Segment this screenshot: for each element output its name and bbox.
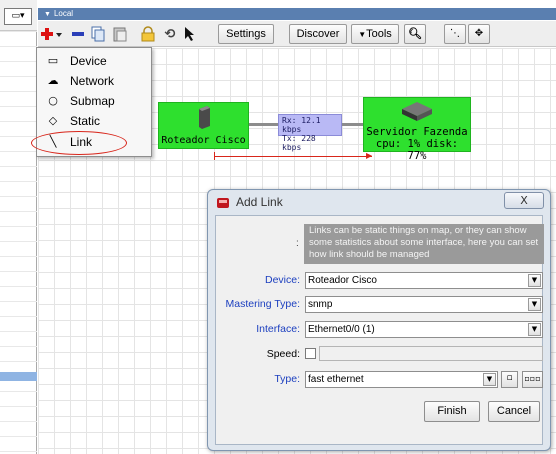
copy-icon-svg — [91, 26, 105, 42]
menu-item-submap[interactable]: ○ Submap — [37, 91, 151, 111]
binoculars-icon[interactable]: 🔍︎ — [404, 24, 426, 44]
chevron-down-icon[interactable]: ▼ — [528, 298, 541, 311]
link-tx: Tx: 228 kbps — [282, 134, 316, 152]
server-device-icon — [402, 102, 432, 121]
menu-item-device[interactable]: ▭ Device — [37, 51, 151, 71]
menu-item-network[interactable]: ☁︎ Network — [37, 71, 151, 91]
type-label: Type: — [274, 373, 300, 385]
menu-item-label: Static — [70, 114, 101, 128]
link-traffic-label[interactable]: Rx: 12.1 kbps Tx: 228 kbps — [278, 114, 342, 152]
menu-item-link[interactable]: ╲ Link — [37, 132, 151, 152]
add-link-dialog: Add Link X : Links can be static things … — [207, 189, 551, 451]
menu-item-label: Network — [70, 74, 115, 88]
link-rx: Rx: 12.1 kbps — [282, 116, 321, 134]
dialog-body: : Links can be static things on map, or … — [215, 215, 544, 445]
type-select[interactable]: fast ethernet ▼ — [305, 371, 498, 388]
dialog-app-icon — [217, 198, 229, 208]
line-icon: ╲ — [49, 135, 57, 148]
circle-icon: ○ — [48, 94, 58, 107]
menu-item-static[interactable]: ◇ Static — [37, 111, 151, 131]
settings-button[interactable]: Settings — [218, 24, 274, 44]
pointer-icon[interactable] — [180, 25, 200, 43]
map-device-roteador[interactable]: Roteador Cisco — [158, 102, 249, 149]
map-device-servidor[interactable]: Servidor Fazenda cpu: 1% disk: 77% — [363, 97, 471, 162]
plus-icon[interactable] — [38, 25, 64, 43]
collapse-arrow-icon[interactable]: ▼ — [44, 11, 51, 18]
rotate-icon[interactable]: ⟲ — [160, 25, 180, 43]
discover-button[interactable]: Discover — [289, 24, 347, 44]
chevron-down-icon: ▼ — [358, 30, 367, 39]
device-stats: cpu: 1% disk: 77% — [375, 138, 459, 162]
lock-icon[interactable] — [138, 25, 158, 43]
chevron-down-icon[interactable]: ▼ — [528, 274, 541, 287]
minus-icon-svg — [72, 32, 84, 36]
lock-icon-svg — [141, 26, 155, 42]
arrow-right-icon: ▶ — [366, 151, 373, 160]
left-panel-selected-row[interactable] — [0, 372, 37, 381]
speed-input — [319, 346, 543, 361]
add-menu: ▭ Device ☁︎ Network ○ Submap ◇ Static ╲ Link — [36, 47, 152, 157]
type-small-button[interactable]: ▫ — [501, 371, 518, 388]
menu-item-label: Device — [70, 54, 107, 68]
menu-item-label: Link — [70, 135, 93, 149]
minus-icon[interactable] — [68, 25, 88, 43]
group-header[interactable]: ▼ Local — [38, 8, 556, 20]
device-value: Roteador Cisco — [308, 275, 377, 286]
left-panel-toolbar: ▭▾ — [0, 0, 37, 31]
speed-label: Speed: — [266, 348, 300, 360]
paste-icon[interactable] — [110, 25, 130, 43]
chevron-down-icon[interactable]: ▼ — [483, 373, 496, 386]
left-panel: ▭▾ — [0, 0, 37, 454]
menu-item-label: Submap — [70, 94, 115, 108]
type-value: fast ethernet — [308, 374, 364, 385]
info-text: Links can be static things on map, or th… — [304, 224, 544, 264]
interface-select[interactable]: Ethernet0/0 (1) ▼ — [305, 321, 543, 338]
tools-button[interactable]: ▼Tools — [351, 24, 399, 44]
finish-button[interactable]: Finish — [424, 401, 480, 422]
rectangle-icon: ▭ — [47, 54, 59, 67]
plus-icon-svg — [41, 28, 62, 40]
toolbar: ⟲ Settings Discover ▼Tools 🔍︎ ⋱ ✥ — [38, 21, 556, 47]
diamond-icon: ◇ — [48, 114, 58, 127]
mastering-type-value: snmp — [308, 299, 333, 310]
window-dropdown-icon[interactable]: ▭▾ — [4, 8, 32, 25]
chevron-down-icon[interactable]: ▼ — [528, 323, 541, 336]
cloud-icon: ☁︎ — [47, 74, 59, 87]
close-button[interactable]: X — [504, 192, 544, 209]
dialog-title: Add Link — [236, 195, 283, 209]
device-select[interactable]: Roteador Cisco ▼ — [305, 272, 543, 289]
device-name: Roteador Cisco — [161, 135, 246, 146]
tools-label: Tools — [366, 28, 392, 40]
speed-checkbox[interactable] — [305, 348, 316, 359]
device-name: Servidor Fazenda — [366, 126, 468, 138]
device-label: Device: — [264, 274, 300, 286]
group-title: Local — [53, 9, 74, 18]
mastering-type-select[interactable]: snmp ▼ — [305, 296, 543, 313]
router-device-icon — [199, 106, 210, 129]
interface-label: Interface: — [256, 323, 300, 335]
mastering-type-label: Mastering Type: — [225, 298, 300, 310]
pointer-icon-svg — [185, 27, 194, 41]
new-link-line — [214, 156, 372, 157]
copy-icon[interactable] — [88, 25, 108, 43]
cancel-button[interactable]: Cancel — [488, 401, 540, 422]
info-colon: : — [296, 238, 299, 249]
type-more-button[interactable]: ▫▫▫ — [522, 371, 543, 388]
interface-value: Ethernet0/0 (1) — [308, 324, 375, 335]
left-panel-list — [0, 31, 37, 454]
arrows-icon[interactable]: ✥ — [468, 24, 490, 44]
dots-icon[interactable]: ⋱ — [444, 24, 466, 44]
paste-icon-svg — [113, 27, 127, 42]
